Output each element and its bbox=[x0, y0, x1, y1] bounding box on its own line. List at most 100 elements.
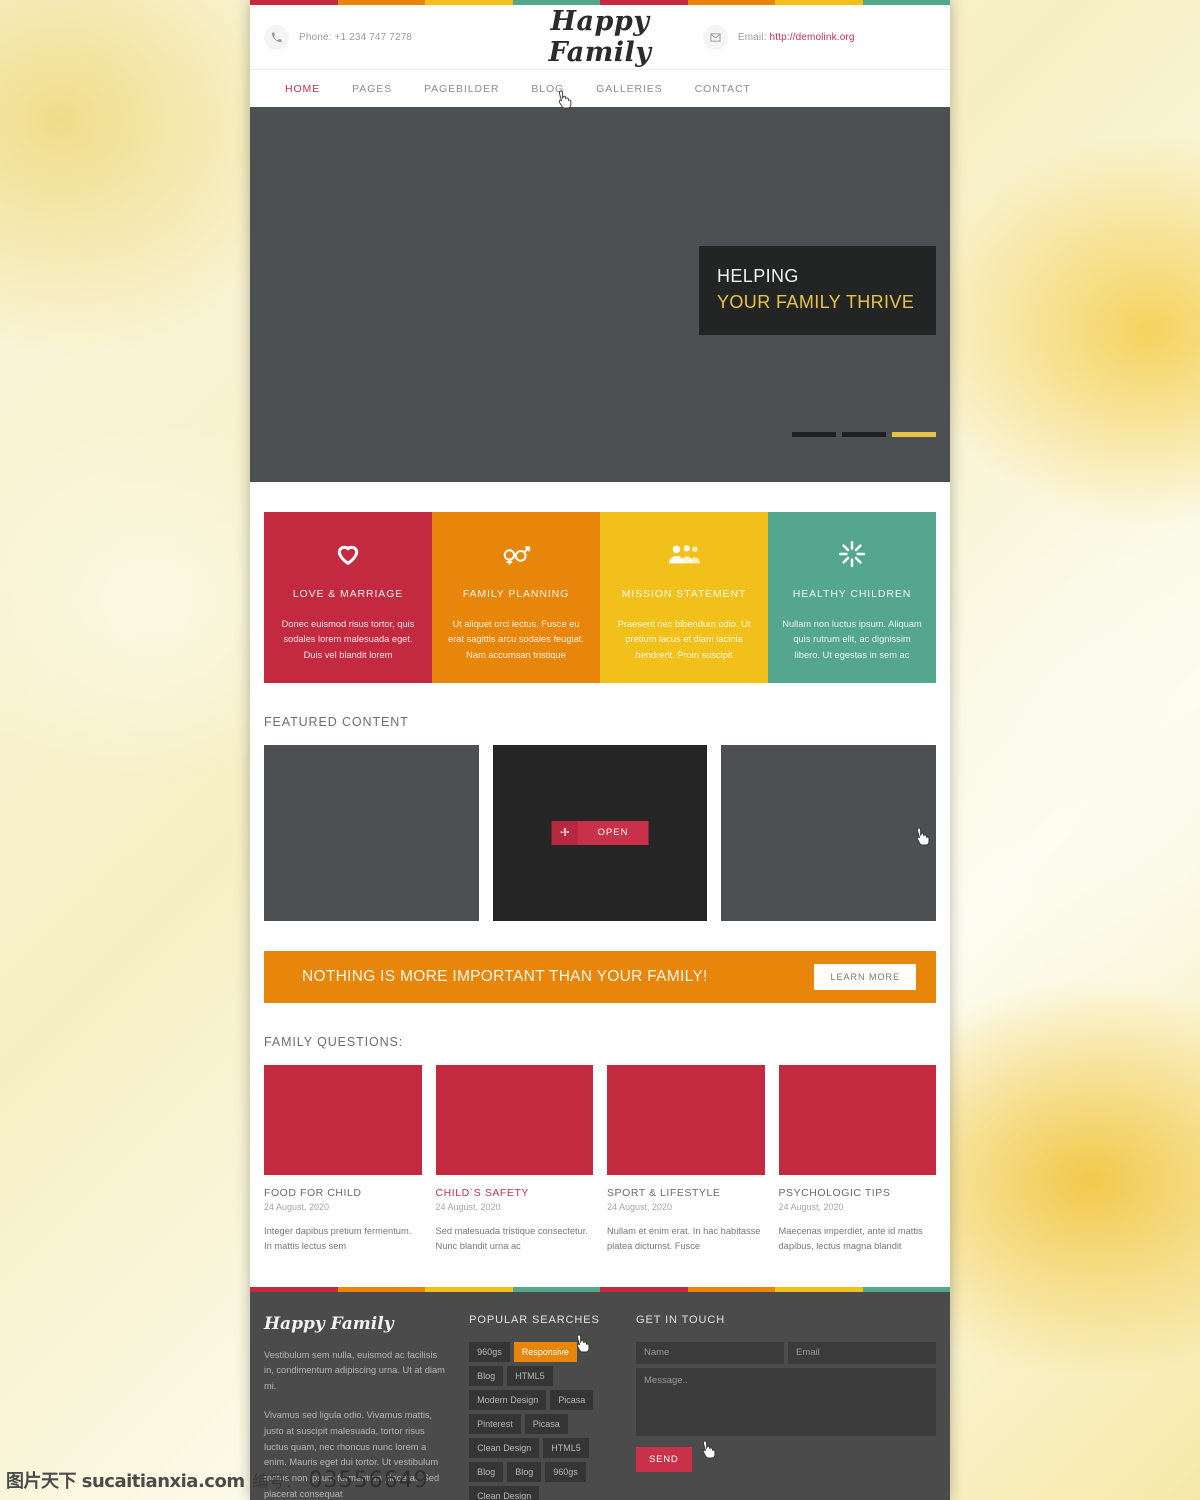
sparkle-burst-icon bbox=[782, 534, 922, 574]
post-title[interactable]: FOOD FOR CHILD bbox=[264, 1187, 422, 1199]
service-title: FAMILY PLANNING bbox=[462, 588, 570, 600]
footer-logo[interactable]: Happy Family bbox=[264, 1314, 447, 1334]
nav-item-pages[interactable]: PAGES bbox=[352, 83, 414, 95]
post-date: 24 August, 2020 bbox=[778, 1201, 844, 1212]
nav-item-galleries[interactable]: GALLERIES bbox=[596, 83, 684, 95]
service-title: HEALTHY CHILDREN bbox=[792, 588, 912, 600]
learn-more-button[interactable]: LEARN MORE bbox=[814, 963, 916, 990]
send-button[interactable]: SEND bbox=[636, 1446, 692, 1472]
post-excerpt: Nullam et enim erat. In hac habitasse pl… bbox=[607, 1225, 761, 1252]
search-tag-7[interactable]: Pinterest bbox=[469, 1413, 521, 1434]
footer-about-column: Happy Family Vestibulum sem nulla, euism… bbox=[264, 1314, 447, 1500]
blog-post-3: SPORT & LIFESTYLE 24 August, 2020 Nullam e… bbox=[607, 1064, 765, 1255]
footer-color-stripe bbox=[250, 1286, 950, 1292]
search-tag-9[interactable]: Clean Design bbox=[469, 1437, 540, 1458]
family-questions-title: FAMILY QUESTIONS: bbox=[264, 1034, 404, 1049]
service-description: Nullam non luctus ipsum. Aliquam quis ru… bbox=[782, 619, 922, 660]
name-input[interactable] bbox=[636, 1341, 784, 1364]
message-textarea[interactable] bbox=[636, 1367, 936, 1436]
site-footer: Happy Family Vestibulum sem nulla, euism… bbox=[250, 1286, 950, 1500]
post-excerpt: Maecenas imperdiet, ante id mattis dapib… bbox=[778, 1225, 923, 1252]
email-link[interactable]: http://demolink.org bbox=[770, 32, 855, 43]
page-content: LOVE & MARRIAGE Donec euismod risus torto… bbox=[250, 512, 950, 1255]
open-button[interactable]: OPEN bbox=[551, 820, 649, 845]
website-page: Phone: +1 234 747 7278 Happy Family Emai… bbox=[250, 0, 950, 1500]
footer-columns: Happy Family Vestibulum sem nulla, euism… bbox=[250, 1292, 950, 1500]
nav-item-contact[interactable]: CONTACT bbox=[695, 83, 773, 95]
footer-about-paragraph-1: Vestibulum sem nulla, euismod ac facilis… bbox=[264, 1349, 445, 1392]
post-date: 24 August, 2020 bbox=[264, 1201, 330, 1212]
hero-caption: HELPING YOUR FAMILY THRIVE bbox=[699, 246, 936, 335]
blog-post-2: CHILD`S SAFETY 24 August, 2020 Sed malesua… bbox=[435, 1064, 594, 1255]
service-box-4[interactable]: HEALTHY CHILDREN Nullam non luctus ipsum.… bbox=[768, 512, 936, 683]
nav-item-home[interactable]: HOME bbox=[285, 83, 342, 95]
search-tag-14[interactable]: Clean Design bbox=[469, 1485, 540, 1500]
get-in-touch-column: GET IN TOUCH SEND bbox=[636, 1314, 936, 1500]
cta-text: NOTHING IS MORE IMPORTANT THAN YOUR FAMI… bbox=[302, 967, 708, 985]
post-date: 24 August, 2020 bbox=[435, 1201, 501, 1212]
slider-pagination-bar-3[interactable] bbox=[892, 432, 936, 437]
post-date: 24 August, 2020 bbox=[607, 1201, 673, 1212]
hero-title-line1: HELPING bbox=[717, 266, 799, 286]
nav-item-pagebilder[interactable]: PAGEBILDER bbox=[424, 83, 521, 95]
popular-searches-column: POPULAR SEARCHES 960gs Responsive Blog HTML… bbox=[469, 1314, 614, 1500]
service-box-3[interactable]: MISSION STATEMENT Praesent nec bibendum o… bbox=[600, 512, 768, 683]
stripe-segment bbox=[512, 1286, 600, 1292]
featured-gallery: OPEN bbox=[264, 744, 937, 921]
search-tag-10[interactable]: HTML5 bbox=[543, 1437, 589, 1458]
featured-tile-3[interactable] bbox=[721, 744, 937, 921]
post-thumbnail[interactable] bbox=[778, 1064, 936, 1175]
search-tag-13[interactable]: 960gs bbox=[545, 1461, 586, 1482]
group-people-icon bbox=[614, 534, 754, 574]
get-in-touch-heading: GET IN TOUCH bbox=[636, 1313, 726, 1326]
slider-pagination[interactable] bbox=[792, 432, 936, 437]
phone-icon bbox=[264, 24, 289, 50]
phone-contact: Phone: +1 234 747 7278 bbox=[264, 24, 497, 50]
service-title: MISSION STATEMENT bbox=[621, 588, 747, 600]
post-title[interactable]: SPORT & LIFESTYLE bbox=[607, 1187, 765, 1199]
heart-icon bbox=[278, 534, 418, 574]
nav-item-blog[interactable]: BLOG bbox=[531, 83, 586, 95]
site-logo[interactable]: Happy Family bbox=[497, 6, 703, 68]
search-tag-12[interactable]: Blog bbox=[507, 1461, 542, 1482]
post-excerpt: Sed malesuada tristique consectetur. Nun… bbox=[435, 1225, 588, 1252]
site-header: Phone: +1 234 747 7278 Happy Family Emai… bbox=[250, 5, 950, 69]
stripe-segment bbox=[425, 1286, 513, 1292]
post-thumbnail[interactable] bbox=[607, 1064, 765, 1175]
slider-pagination-bar-2[interactable] bbox=[842, 432, 886, 437]
search-tag-2[interactable]: Responsive bbox=[513, 1341, 577, 1362]
stripe-segment bbox=[337, 1286, 425, 1292]
service-description: Donec euismod risus tortor, quis sodales… bbox=[281, 619, 415, 660]
call-to-action-banner: NOTHING IS MORE IMPORTANT THAN YOUR FAMI… bbox=[264, 950, 936, 1003]
stripe-segment bbox=[862, 1286, 950, 1292]
featured-tile-1[interactable] bbox=[264, 744, 479, 921]
stripe-segment bbox=[687, 1286, 775, 1292]
email-input[interactable] bbox=[788, 1341, 936, 1364]
featured-tile-2[interactable]: OPEN bbox=[492, 744, 708, 921]
search-tag-5[interactable]: Modern Design bbox=[469, 1389, 547, 1410]
service-box-1[interactable]: LOVE & MARRIAGE Donec euismod risus torto… bbox=[264, 512, 432, 683]
search-tag-3[interactable]: Blog bbox=[469, 1365, 504, 1386]
footer-about-paragraph-2: Vivamus sed ligula odio. Vivamus mattis,… bbox=[264, 1410, 440, 1500]
search-tag-4[interactable]: HTML5 bbox=[507, 1365, 553, 1386]
email-prefix: Email: bbox=[737, 31, 770, 43]
envelope-icon bbox=[702, 24, 728, 50]
slider-pagination-bar-1[interactable] bbox=[792, 432, 836, 437]
stripe-segment bbox=[775, 1286, 863, 1292]
post-title[interactable]: CHILD`S SAFETY bbox=[436, 1187, 594, 1199]
hero-title-line2: YOUR FAMILY THRIVE bbox=[717, 292, 915, 312]
post-title[interactable]: PSYCHOLOGIC TIPS bbox=[779, 1187, 937, 1199]
open-button-label: OPEN bbox=[577, 820, 649, 845]
hero-slider[interactable]: HELPING YOUR FAMILY THRIVE bbox=[250, 107, 950, 482]
search-tag-6[interactable]: Picasa bbox=[550, 1389, 594, 1410]
blog-post-list: FOOD FOR CHILD 24 August, 2020 Integer dap… bbox=[264, 1064, 937, 1255]
featured-content-title: FEATURED CONTENT bbox=[264, 714, 409, 729]
phone-label: Phone: +1 234 747 7278 bbox=[299, 31, 413, 43]
search-tag-11[interactable]: Blog bbox=[469, 1461, 504, 1482]
search-tag-8[interactable]: Picasa bbox=[524, 1413, 568, 1434]
service-box-2[interactable]: FAMILY PLANNING Ut aliquet orci lectus. F… bbox=[432, 512, 600, 683]
service-title: LOVE & MARRIAGE bbox=[292, 588, 404, 600]
search-tag-1[interactable]: 960gs bbox=[469, 1341, 510, 1362]
post-thumbnail[interactable] bbox=[435, 1064, 593, 1175]
post-thumbnail[interactable] bbox=[264, 1064, 422, 1175]
